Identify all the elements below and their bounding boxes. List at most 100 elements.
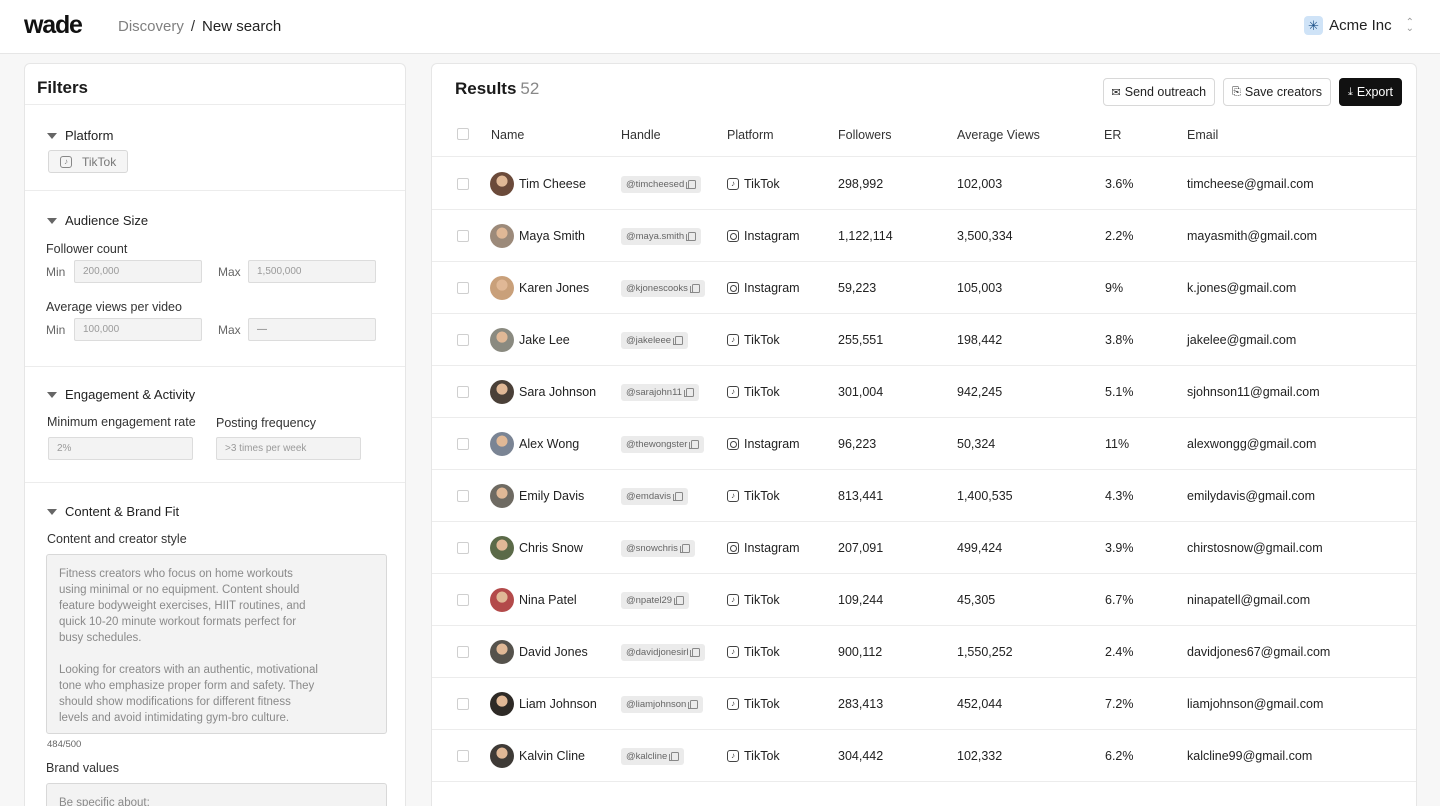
- email-cell[interactable]: mayasmith@gmail.com: [1187, 210, 1317, 262]
- creator-name-cell[interactable]: Liam Johnson: [490, 678, 597, 730]
- email-cell[interactable]: kalcline99@gmail.com: [1187, 730, 1312, 782]
- platform-section-header[interactable]: Platform: [47, 128, 113, 143]
- handle-badge[interactable]: @sarajohn11: [621, 383, 699, 401]
- creator-name-cell[interactable]: Sara Johnson: [490, 366, 596, 418]
- engagement-section-header[interactable]: Engagement & Activity: [47, 387, 195, 402]
- org-switcher[interactable]: ✳ Acme Inc ⌃ ⌄: [1304, 16, 1414, 35]
- creator-name-cell[interactable]: Chris Snow: [490, 522, 583, 574]
- handle-badge[interactable]: @davidjonesirl: [621, 643, 706, 661]
- handle-badge[interactable]: @jakeleee: [621, 331, 689, 349]
- creator-name-cell[interactable]: David Jones: [490, 626, 588, 678]
- creator-name-cell[interactable]: Jake Lee: [490, 314, 570, 366]
- copy-icon[interactable]: [690, 647, 701, 657]
- follower-max-input[interactable]: 1,500,000: [248, 260, 376, 283]
- copy-icon[interactable]: [679, 543, 690, 553]
- table-row[interactable]: Emily Davis @emdavis ♪ TikTok 813,441 1,400,5…: [432, 470, 1416, 522]
- row-checkbox[interactable]: [457, 334, 469, 346]
- email-cell[interactable]: timcheese@gmail.com: [1187, 158, 1314, 210]
- column-header-name[interactable]: Name: [491, 128, 524, 142]
- table-row[interactable]: Sara Johnson @sarajohn11 ♪ TikTok 301,004 942…: [432, 366, 1416, 418]
- row-checkbox[interactable]: [457, 282, 469, 294]
- row-checkbox[interactable]: [457, 490, 469, 502]
- copy-icon[interactable]: [683, 387, 694, 397]
- email-cell[interactable]: jakelee@gmail.com: [1187, 314, 1296, 366]
- wade-logo[interactable]: wade: [24, 11, 83, 40]
- table-row[interactable]: Jake Lee @jakeleee ♪ TikTok 255,551 198,442 3.…: [432, 314, 1416, 366]
- handle-badge[interactable]: @npatel29: [621, 591, 690, 609]
- row-checkbox[interactable]: [457, 438, 469, 450]
- column-header-platform[interactable]: Platform: [727, 128, 774, 142]
- email-cell[interactable]: k.jones@gmail.com: [1187, 262, 1296, 314]
- table-row[interactable]: David Jones @davidjonesirl ♪ TikTok 900,112 1…: [432, 626, 1416, 678]
- table-row[interactable]: Maya Smith @maya.smith Instagram 1,122,114 3…: [432, 210, 1416, 262]
- table-row[interactable]: Tim Cheese @timcheesed ♪ TikTok 298,992 102,0…: [432, 158, 1416, 210]
- creator-name-cell[interactable]: Emily Davis: [490, 470, 584, 522]
- email-cell[interactable]: davidjones67@gmail.com: [1187, 626, 1330, 678]
- posting-frequency-input[interactable]: >3 times per week: [216, 437, 361, 460]
- email-cell[interactable]: alexwongg@gmail.com: [1187, 418, 1316, 470]
- copy-icon[interactable]: [688, 699, 699, 709]
- min-er-input[interactable]: 2%: [48, 437, 193, 460]
- audience-section-header[interactable]: Audience Size: [47, 213, 148, 228]
- copy-icon[interactable]: [674, 595, 685, 605]
- views-min-input[interactable]: 100,000: [74, 318, 202, 341]
- creator-name-cell[interactable]: Kalvin Cline: [490, 730, 585, 782]
- creator-name-cell[interactable]: Maya Smith: [490, 210, 585, 262]
- column-header-average-views[interactable]: Average Views: [957, 128, 1040, 142]
- row-checkbox[interactable]: [457, 750, 469, 762]
- copy-icon[interactable]: [689, 439, 700, 449]
- handle-badge[interactable]: @emdavis: [621, 487, 689, 505]
- handle-badge[interactable]: @snowchris: [621, 539, 695, 557]
- content-style-textarea[interactable]: Fitness creators who focus on home worko…: [46, 554, 387, 734]
- brand-values-textarea[interactable]: Be specific about:: [46, 783, 387, 806]
- row-checkbox[interactable]: [457, 542, 469, 554]
- copy-icon[interactable]: [686, 179, 697, 189]
- creator-name-cell[interactable]: Nina Patel: [490, 574, 577, 626]
- creator-name-cell[interactable]: Alex Wong: [490, 418, 579, 470]
- email-cell[interactable]: sjohnson11@gmail.com: [1187, 366, 1320, 418]
- table-row[interactable]: Chris Snow @snowchris Instagram 207,091 499,…: [432, 522, 1416, 574]
- copy-icon[interactable]: [686, 231, 697, 241]
- platform-chip-tiktok[interactable]: ♪ TikTok: [48, 150, 129, 173]
- handle-badge[interactable]: @maya.smith: [621, 227, 702, 245]
- copy-icon[interactable]: [669, 751, 680, 761]
- column-header-er[interactable]: ER: [1104, 128, 1121, 142]
- handle-badge[interactable]: @liamjohnson: [621, 695, 704, 713]
- row-checkbox[interactable]: [457, 646, 469, 658]
- breadcrumb-discovery[interactable]: Discovery: [118, 18, 184, 35]
- column-header-handle[interactable]: Handle: [621, 128, 661, 142]
- handle-badge[interactable]: @kalcline: [621, 747, 685, 765]
- handle-badge[interactable]: @timcheesed: [621, 175, 702, 193]
- copy-icon[interactable]: [673, 491, 684, 501]
- row-checkbox[interactable]: [457, 386, 469, 398]
- content-section-header[interactable]: Content & Brand Fit: [47, 504, 179, 519]
- email-cell[interactable]: emilydavis@gmail.com: [1187, 470, 1315, 522]
- row-checkbox[interactable]: [457, 230, 469, 242]
- platform-chip-label: TikTok: [82, 154, 117, 169]
- table-row[interactable]: Alex Wong @thewongster Instagram 96,223 50,3…: [432, 418, 1416, 470]
- table-row[interactable]: Liam Johnson @liamjohnson ♪ TikTok 283,413 45…: [432, 678, 1416, 730]
- creator-name-cell[interactable]: Tim Cheese: [490, 158, 586, 210]
- views-max-input[interactable]: —: [248, 318, 376, 341]
- email-cell[interactable]: chirstosnow@gmail.com: [1187, 522, 1323, 574]
- column-header-followers[interactable]: Followers: [838, 128, 892, 142]
- handle-badge[interactable]: @kjonescooks: [621, 279, 705, 297]
- email-cell[interactable]: ninapatell@gmail.com: [1187, 574, 1310, 626]
- follower-min-input[interactable]: 200,000: [74, 260, 202, 283]
- copy-icon[interactable]: [689, 283, 700, 293]
- table-row[interactable]: Nina Patel @npatel29 ♪ TikTok 109,244 45,305 6…: [432, 574, 1416, 626]
- copy-icon[interactable]: [673, 335, 684, 345]
- table-row[interactable]: Karen Jones @kjonescooks Instagram 59,223 10…: [432, 262, 1416, 314]
- row-checkbox[interactable]: [457, 698, 469, 710]
- column-header-email[interactable]: Email: [1187, 128, 1218, 142]
- email-cell[interactable]: liamjohnson@gmail.com: [1187, 678, 1323, 730]
- send-outreach-button[interactable]: ✉ Send outreach: [1102, 78, 1216, 106]
- save-creators-button[interactable]: ⎘ Save creators: [1223, 78, 1331, 106]
- handle-badge[interactable]: @thewongster: [621, 435, 705, 453]
- row-checkbox[interactable]: [457, 178, 469, 190]
- export-button[interactable]: ⤓ Export: [1338, 78, 1402, 106]
- table-row[interactable]: Kalvin Cline @kalcline ♪ TikTok 304,442 102,3…: [432, 730, 1416, 782]
- select-all-checkbox[interactable]: [457, 128, 469, 140]
- row-checkbox[interactable]: [457, 594, 469, 606]
- creator-name-cell[interactable]: Karen Jones: [490, 262, 589, 314]
